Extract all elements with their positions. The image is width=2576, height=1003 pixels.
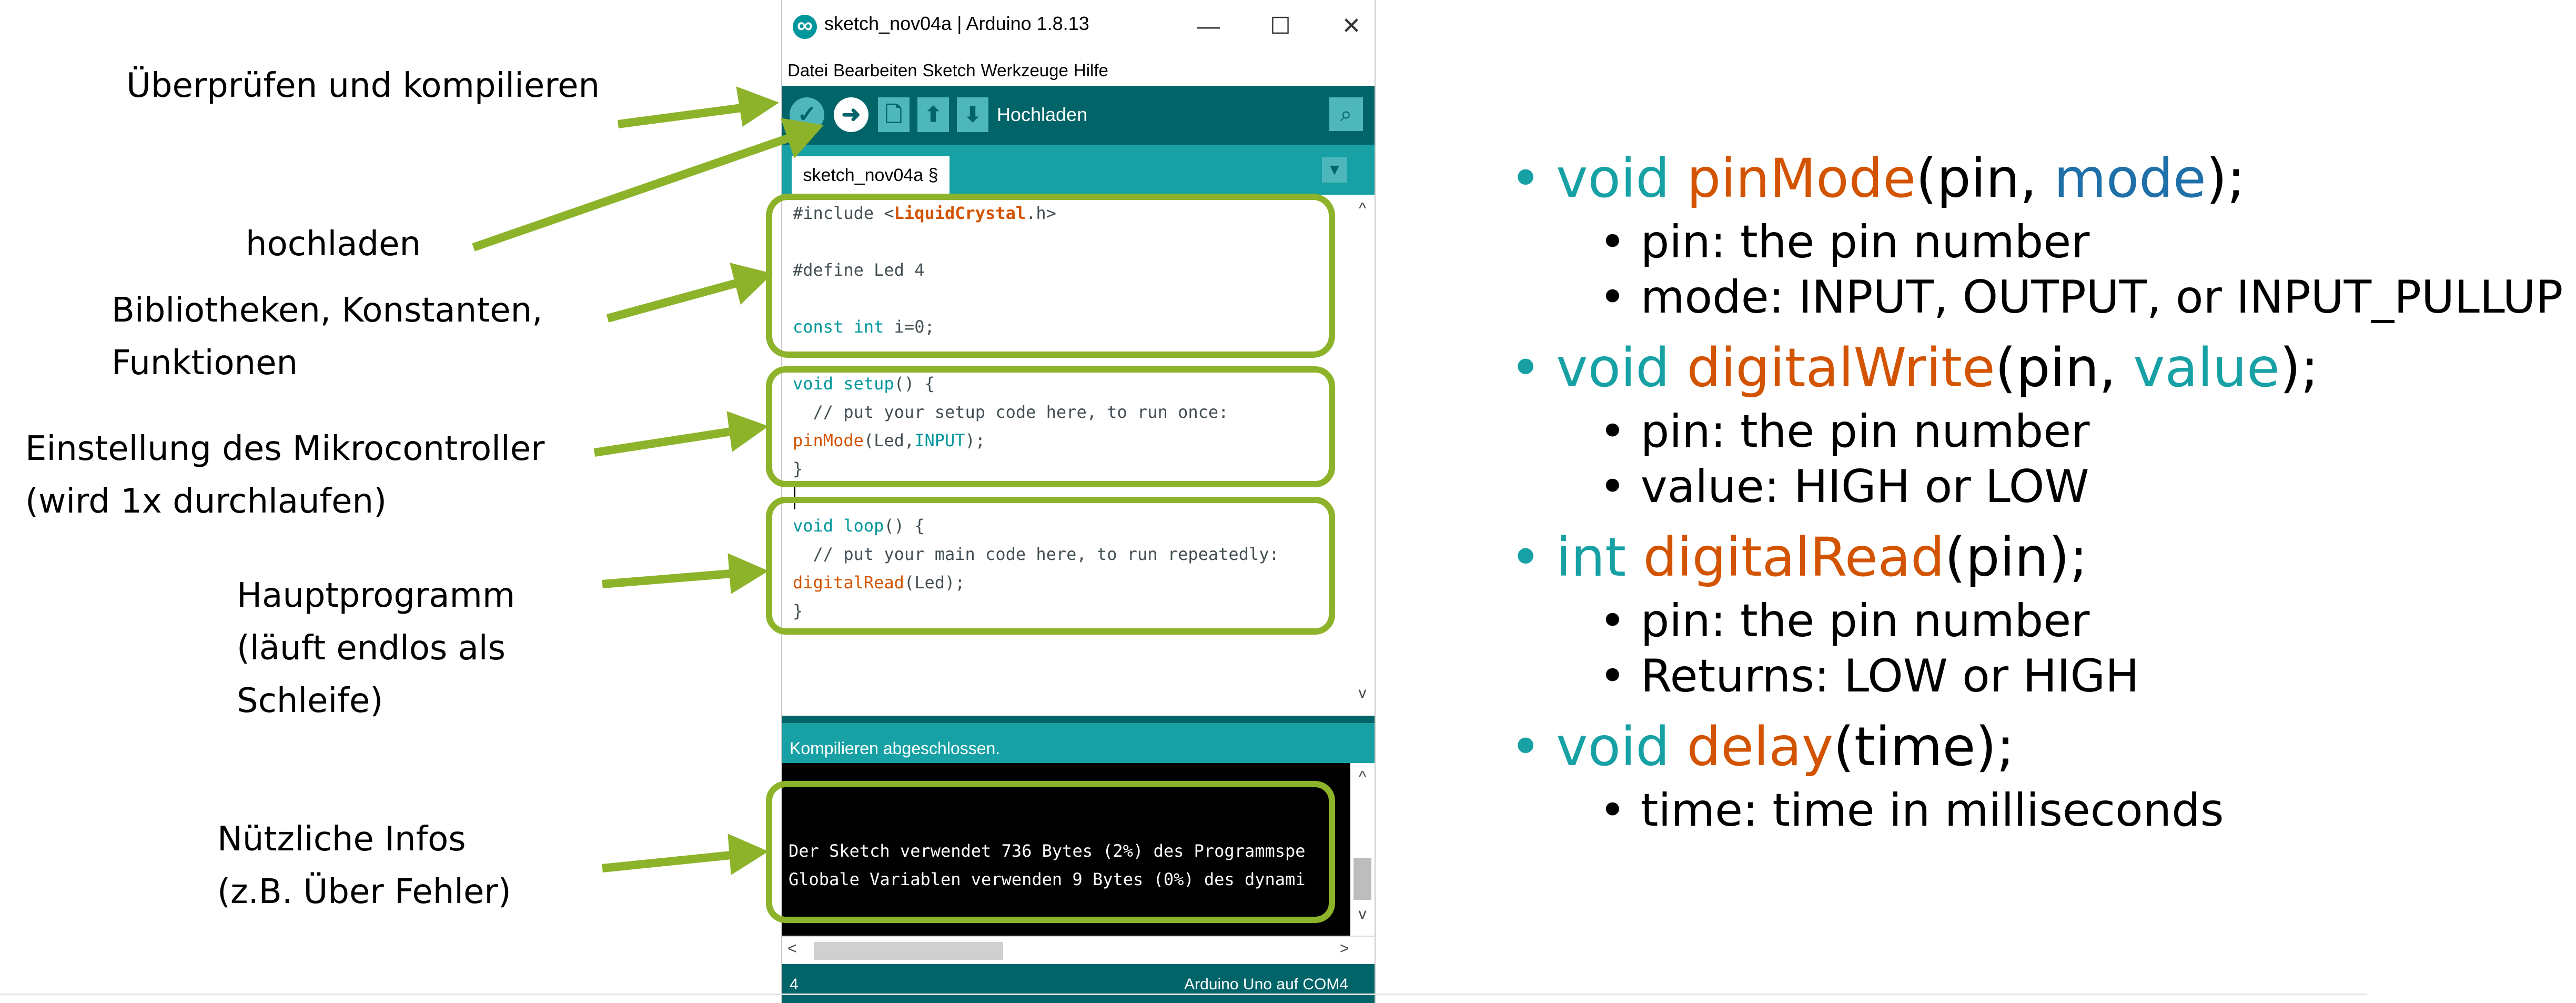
- label-info-2: (z.B. Über Fehler): [217, 872, 511, 911]
- current-line-number: 4: [790, 976, 799, 993]
- arrow-console: [602, 851, 732, 872]
- code-line-digitalread: digitalRead(Led);: [793, 573, 965, 593]
- code-line-setup-comment: // put your setup code here, to run once…: [793, 402, 1229, 422]
- menu-bearbeiten[interactable]: Bearbeiten: [833, 55, 917, 86]
- console-scroll-down-icon[interactable]: v: [1350, 905, 1375, 923]
- arrow-console-head: [728, 834, 769, 875]
- console-line-1: Der Sketch verwendet 736 Bytes (2%) des …: [789, 841, 1306, 861]
- arrow-libraries: [606, 279, 738, 323]
- open-sketch-button[interactable]: ⬆: [917, 97, 949, 132]
- toolbar-hover-label: Hochladen: [997, 104, 1088, 125]
- arrow-libraries-head: [730, 263, 773, 305]
- console-hscrollbar[interactable]: < >: [782, 936, 1375, 965]
- text-cursor: [794, 483, 795, 509]
- menu-hilfe[interactable]: Hilfe: [1074, 55, 1108, 86]
- title-bar: sketch_nov04a | Arduino 1.8.13 — ☐ ✕: [782, 0, 1375, 55]
- menu-datei[interactable]: Datei: [787, 55, 828, 86]
- arduino-logo-icon: [793, 13, 817, 39]
- ref-pinmode: • void pinMode(pin, mode);: [1510, 147, 2245, 210]
- code-editor[interactable]: #include <LiquidCrystal.h> #define Led 4…: [782, 195, 1350, 716]
- scroll-up-icon[interactable]: ^: [1350, 200, 1375, 218]
- scroll-left-icon[interactable]: <: [787, 940, 797, 958]
- label-libraries-2: Funktionen: [112, 344, 298, 383]
- ref-digitalread: • int digitalRead(pin);: [1510, 526, 2088, 589]
- ref-pinmode-desc-2: • mode: INPUT, OUTPUT, or INPUT_PULLUP: [1599, 271, 2563, 324]
- arrow-upload: [472, 134, 791, 252]
- scroll-right-icon[interactable]: >: [1340, 940, 1349, 958]
- menu-sketch[interactable]: Sketch: [923, 55, 976, 86]
- console-scroll-up-icon[interactable]: ^: [1350, 768, 1375, 786]
- arduino-window: sketch_nov04a | Arduino 1.8.13 — ☐ ✕ Dat…: [781, 0, 1376, 1003]
- ref-digitalwrite: • void digitalWrite(pin, value);: [1510, 337, 2319, 399]
- console-scroll-thumb[interactable]: [1353, 858, 1371, 900]
- hscroll-thumb[interactable]: [814, 942, 1003, 960]
- save-sketch-button[interactable]: ⬇: [957, 97, 988, 132]
- label-main-1: Hauptprogramm: [237, 576, 516, 615]
- console-output[interactable]: Der Sketch verwendet 736 Bytes (2%) des …: [782, 763, 1351, 936]
- code-line-include: #include <LiquidCrystal.h>: [793, 203, 1056, 223]
- maximize-button[interactable]: ☐: [1257, 7, 1304, 45]
- code-line-const: const int i=0;: [793, 317, 935, 337]
- code-line-setup: void setup() {: [793, 374, 935, 394]
- ref-digitalwrite-desc-1: • pin: the pin number: [1599, 405, 2090, 458]
- label-main-2: (läuft endlos als: [237, 629, 506, 668]
- ref-digitalread-desc-1: • pin: the pin number: [1599, 595, 2090, 647]
- status-bar: Kompilieren abgeschlossen.: [782, 716, 1375, 763]
- tab-menu-button[interactable]: ▼: [1322, 157, 1347, 183]
- label-upload: hochladen: [246, 225, 421, 264]
- label-setup-1: Einstellung des Mikrocontroller: [25, 429, 545, 468]
- label-libraries-1: Bibliotheken, Konstanten,: [112, 291, 543, 330]
- label-setup-2: (wird 1x durchlaufen): [25, 482, 387, 521]
- status-message: Kompilieren abgeschlossen.: [790, 739, 1001, 758]
- menu-werkzeuge[interactable]: Werkzeuge: [981, 55, 1068, 86]
- arrow-setup-head: [726, 411, 769, 452]
- code-line-pinmode: pinMode(Led,INPUT);: [793, 430, 986, 450]
- ref-digitalwrite-desc-2: • value: HIGH or LOW: [1599, 460, 2089, 513]
- arrow-loop: [602, 569, 732, 588]
- window-title: sketch_nov04a | Arduino 1.8.13: [824, 13, 1089, 34]
- code-line-setup-end: }: [793, 459, 803, 479]
- editor-scrollbar[interactable]: ^ v: [1350, 195, 1375, 716]
- verify-button[interactable]: ✓: [790, 97, 824, 132]
- slide-divider: [0, 994, 2367, 995]
- console-line-2: Globale Variablen verwenden 9 Bytes (0%)…: [789, 869, 1306, 889]
- arrow-verify: [617, 104, 743, 128]
- footer-bar: 4 Arduino Uno auf COM4: [782, 964, 1375, 1003]
- label-main-3: Schleife): [237, 681, 383, 720]
- arrow-verify-head: [736, 86, 780, 127]
- upload-button[interactable]: ➜: [834, 97, 868, 132]
- label-info-1: Nützliche Infos: [217, 820, 466, 859]
- scroll-down-icon[interactable]: v: [1350, 684, 1375, 702]
- new-sketch-button[interactable]: 🗋: [878, 97, 910, 132]
- arrow-setup: [593, 427, 732, 457]
- minimize-button[interactable]: —: [1185, 7, 1232, 45]
- ref-delay-desc-1: • time: time in milliseconds: [1599, 784, 2224, 837]
- console-scrollbar[interactable]: ^ v: [1350, 763, 1375, 936]
- tab-bar: sketch_nov04a § ▼: [782, 145, 1375, 195]
- ref-digitalread-desc-2: • Returns: LOW or HIGH: [1599, 650, 2139, 703]
- serial-monitor-button[interactable]: ⌕: [1329, 97, 1363, 131]
- label-verify: Überprüfen und kompilieren: [126, 66, 600, 105]
- menu-bar: Datei Bearbeiten Sketch Werkzeuge Hilfe: [782, 55, 1375, 86]
- arrow-loop-head: [728, 553, 769, 594]
- tab-sketch[interactable]: sketch_nov04a §: [792, 156, 949, 195]
- code-line-loop-end: }: [793, 601, 803, 621]
- code-line-define: #define Led 4: [793, 260, 925, 280]
- toolbar: ✓ ➜ 🗋 ⬆ ⬇ Hochladen ⌕: [782, 86, 1375, 145]
- ref-pinmode-desc-1: • pin: the pin number: [1599, 216, 2090, 268]
- ref-delay: • void delay(time);: [1510, 716, 2015, 778]
- code-line-loop-comment: // put your main code here, to run repea…: [793, 544, 1279, 564]
- code-line-loop: void loop() {: [793, 516, 925, 536]
- board-port-info: Arduino Uno auf COM4: [1184, 976, 1348, 993]
- close-button[interactable]: ✕: [1328, 7, 1375, 45]
